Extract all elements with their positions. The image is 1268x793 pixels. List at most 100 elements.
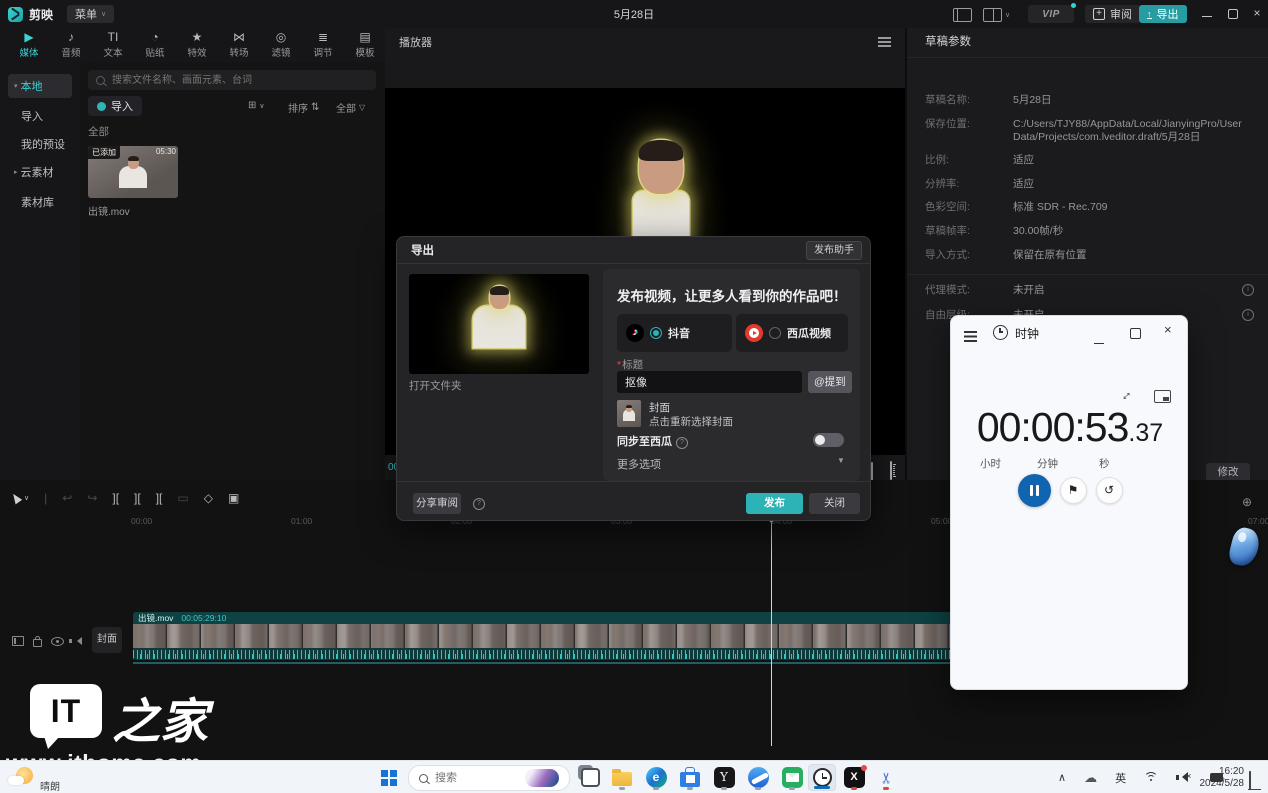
radio-selected[interactable] (650, 327, 662, 339)
tab-sticker[interactable]: ◔贴纸 (134, 28, 176, 62)
jianying-app-button[interactable]: X (840, 764, 868, 791)
chevron-down-icon[interactable]: ▼ (837, 456, 845, 465)
taskbar-search[interactable] (408, 765, 570, 791)
visibility-icon[interactable] (51, 637, 64, 646)
expand-icon[interactable]: ↕ (1119, 387, 1135, 403)
maximize-button[interactable] (1220, 8, 1246, 22)
fullscreen-icon[interactable] (890, 462, 892, 480)
publish-button[interactable]: 发布 (746, 493, 803, 514)
delete-icon[interactable]: ▭ (177, 491, 188, 505)
export-video-preview[interactable] (409, 274, 589, 374)
publish-assistant-button[interactable]: 发布助手 (806, 241, 862, 260)
onedrive-cloud-icon[interactable]: ☁ (1084, 770, 1097, 786)
tray-chevron-icon[interactable]: ∧ (1058, 771, 1066, 784)
taskbar-search-input[interactable] (433, 771, 523, 785)
platform-xigua[interactable]: 西瓜视频 (736, 314, 848, 352)
zoom-in-icon[interactable]: ⊕ (1242, 495, 1252, 509)
maximize-button[interactable] (1130, 326, 1141, 344)
split-left-icon[interactable]: ][ (134, 491, 141, 505)
search-input[interactable] (110, 74, 344, 87)
close-button[interactable]: × (1244, 6, 1268, 20)
export-button[interactable]: ↑ 导出 (1139, 5, 1187, 23)
tray-clock[interactable]: 16:20 2024/5/28 (1198, 766, 1244, 790)
platform-douyin[interactable]: ♪ 抖音 (617, 314, 732, 352)
close-dialog-button[interactable]: 关闭 (809, 493, 860, 514)
vip-badge[interactable]: VIP (1028, 5, 1074, 23)
app-icon-dark[interactable]: Y (710, 764, 738, 791)
ime-indicator[interactable]: 英 (1115, 770, 1126, 786)
review-button[interactable]: + 审阅 (1085, 5, 1140, 23)
reset-button[interactable]: ↺ (1096, 477, 1123, 504)
help-icon[interactable]: ? (473, 498, 485, 510)
open-folder-link[interactable]: 打开文件夹 (409, 378, 462, 393)
media-search[interactable] (88, 70, 376, 90)
undo-icon[interactable]: ↩ (62, 491, 72, 505)
media-clip-thumbnail[interactable]: 已添加 05:30 (88, 146, 178, 198)
hamburger-menu-icon[interactable] (964, 329, 977, 347)
pause-button[interactable] (1018, 474, 1051, 507)
player-menu-icon[interactable] (878, 37, 891, 39)
sort-button[interactable]: 排序⇅ (288, 100, 319, 115)
sidebar-item-cloud[interactable]: ▸云素材 (8, 160, 72, 184)
tab-media[interactable]: ▶媒体 (8, 28, 50, 62)
mention-button[interactable]: @提到 (808, 371, 852, 393)
start-button[interactable] (375, 764, 403, 791)
tab-filter[interactable]: ◎滤镜 (260, 28, 302, 62)
layout-columns-icon[interactable]: ∨ (983, 8, 1010, 22)
mask-icon[interactable]: ◇ (204, 491, 213, 505)
layout-panel-icon[interactable] (953, 8, 972, 27)
tab-transition[interactable]: ⋈转场 (218, 28, 260, 62)
sidebar-item-import[interactable]: 导入 (8, 104, 72, 128)
share-review-button[interactable]: 分享审阅 (413, 493, 461, 514)
split-right-icon[interactable]: ][ (156, 491, 163, 505)
tab-adjust[interactable]: ≣调节 (302, 28, 344, 62)
chroma-key-icon[interactable]: ▣ (228, 491, 239, 505)
title-input[interactable] (617, 371, 802, 393)
aspect-ratio-icon[interactable] (871, 463, 873, 481)
help-icon[interactable]: ? (676, 437, 688, 449)
sync-toggle[interactable] (813, 433, 844, 447)
file-explorer-button[interactable] (608, 764, 636, 791)
minimize-button[interactable] (1194, 6, 1220, 20)
playhead-line[interactable] (771, 516, 772, 746)
tab-audio[interactable]: ♪音频 (50, 28, 92, 62)
edge-browser-button[interactable]: e (642, 764, 670, 791)
tab-template[interactable]: ▤模板 (344, 28, 386, 62)
tab-effects[interactable]: ★特效 (176, 28, 218, 62)
info-icon[interactable]: i (1242, 309, 1254, 321)
select-tool[interactable]: ∨ (12, 493, 29, 503)
minimize-button[interactable] (1094, 331, 1104, 349)
main-track-icon[interactable] (12, 636, 24, 646)
tab-text[interactable]: TI文本 (92, 28, 134, 62)
mail-app-button[interactable] (778, 764, 806, 791)
volume-muted-icon[interactable]: × (1176, 772, 1192, 783)
menu-button[interactable]: 菜单 ∨ (67, 5, 114, 23)
radio-unselected[interactable] (769, 327, 781, 339)
mute-icon[interactable] (73, 637, 82, 645)
sidebar-item-presets[interactable]: 我的预设 (8, 132, 72, 156)
close-button[interactable]: × (1164, 322, 1172, 337)
snipping-app-button[interactable]: ✂ (872, 764, 900, 791)
cover-hint[interactable]: 点击重新选择封面 (649, 414, 733, 429)
sidebar-item-library[interactable]: 素材库 (8, 190, 72, 214)
more-options[interactable]: 更多选项 (617, 456, 661, 472)
task-view-button[interactable] (576, 764, 604, 791)
wifi-icon[interactable] (1144, 772, 1158, 783)
cover-button[interactable]: 封面 (92, 627, 122, 653)
split-icon[interactable]: ][ (112, 491, 119, 505)
cover-thumbnail[interactable] (617, 400, 641, 427)
weather-text[interactable]: 晴朗 (40, 778, 60, 793)
timeline-clip[interactable]: 出镜.mov 00:05:29:10 (133, 612, 1010, 660)
weather-icon[interactable] (16, 767, 33, 784)
info-icon[interactable]: i (1242, 284, 1254, 296)
notification-bell-icon[interactable] (1249, 771, 1251, 789)
clock-app-button[interactable] (808, 764, 836, 791)
app-icon-blue[interactable] (744, 764, 772, 791)
view-mode-toggle[interactable]: ⊞∨ (248, 100, 265, 111)
import-button[interactable]: 导入 (88, 96, 142, 116)
lap-flag-button[interactable]: ⚑ (1060, 477, 1087, 504)
redo-icon[interactable]: ↪ (87, 491, 97, 505)
filter-button[interactable]: 全部▽ (336, 100, 365, 115)
lock-icon[interactable] (33, 639, 42, 647)
sidebar-item-local[interactable]: ▾本地 (8, 74, 72, 98)
